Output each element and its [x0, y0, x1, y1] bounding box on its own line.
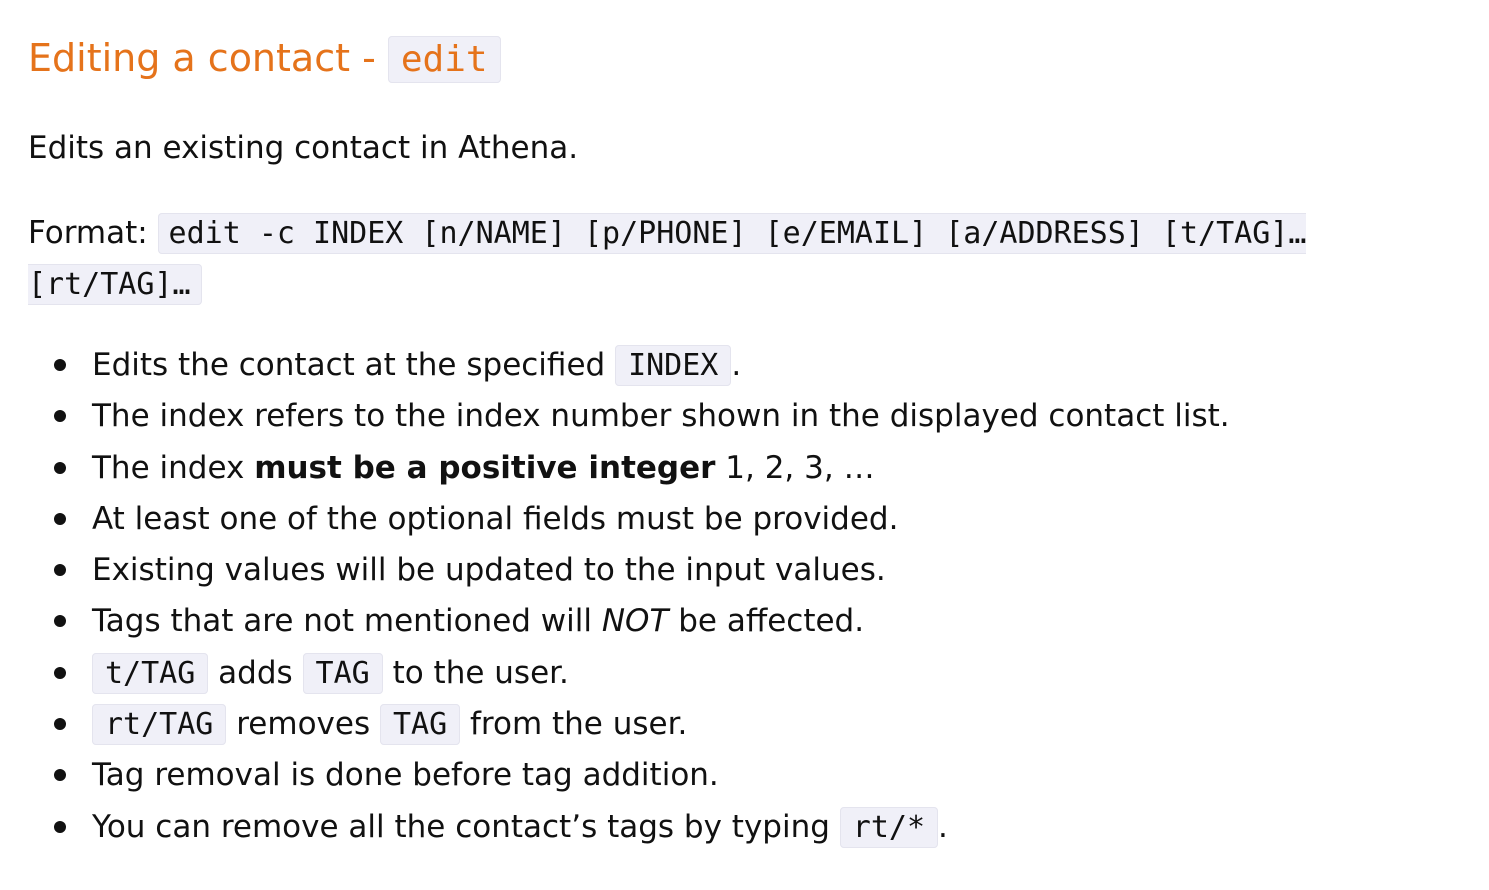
- bullet-text: The index: [92, 449, 255, 486]
- heading-command-code: edit: [387, 36, 501, 83]
- format-code: edit -c INDEX [n/NAME] [p/PHONE] [e/EMAI…: [28, 213, 1307, 305]
- tag-code: TAG: [302, 652, 383, 694]
- list-item: The index refers to the index number sho…: [54, 391, 1230, 442]
- list-item: Edits the contact at the specified INDEX…: [54, 340, 1230, 391]
- list-item: At least one of the optional fields must…: [54, 494, 1230, 545]
- bullet-text: .: [731, 347, 742, 383]
- intro-text: Edits an existing contact in Athena.: [28, 130, 579, 166]
- format-label: Format:: [28, 215, 148, 251]
- bullet-text: You can remove all the contact’s tags by…: [92, 808, 840, 845]
- heading-text: Editing a contact -: [28, 36, 388, 80]
- list-item: t/TAG adds TAG to the user.: [54, 648, 1230, 699]
- remove-tag-prefix-code: rt/TAG: [92, 704, 227, 746]
- bullet-text: Tag removal is done before tag addition.: [92, 757, 719, 794]
- bullet-text: 1, 2, 3, …: [715, 449, 875, 486]
- section-heading: Editing a contact - edit: [28, 30, 501, 88]
- bullet-text: adds: [208, 654, 303, 691]
- bullet-text: to the user.: [382, 654, 569, 691]
- format-line: Format: edit -c INDEX [n/NAME] [p/PHONE]…: [28, 208, 1468, 310]
- bullet-text: At least one of the optional fields must…: [92, 500, 899, 537]
- bullet-text: Existing values will be updated to the i…: [92, 552, 886, 589]
- list-item: Tags that are not mentioned will NOT be …: [54, 596, 1230, 647]
- bullet-text: be affected.: [668, 603, 865, 640]
- tag-code: TAG: [379, 704, 461, 746]
- bullet-text: The index refers to the index number sho…: [92, 398, 1230, 435]
- bullet-text: Edits the contact at the specified: [92, 347, 616, 383]
- index-code: INDEX: [615, 345, 732, 386]
- bullet-text: Tags that are not mentioned will: [92, 603, 602, 640]
- italic-text: NOT: [601, 603, 669, 640]
- bullet-text: from the user.: [460, 706, 688, 743]
- list-item: You can remove all the contact’s tags by…: [54, 802, 1230, 853]
- list-item: Tag removal is done before tag addition.: [54, 750, 1230, 801]
- bullet-text: .: [938, 808, 948, 845]
- list-item: The index must be a positive integer 1, …: [54, 443, 1230, 494]
- remove-all-tags-code: rt/*: [839, 806, 939, 848]
- bullet-text: removes: [226, 706, 380, 743]
- list-item: Existing values will be updated to the i…: [54, 545, 1230, 596]
- bold-text: must be a positive integer: [254, 449, 716, 486]
- notes-list: Edits the contact at the specified INDEX…: [28, 340, 1230, 853]
- tag-prefix-code: t/TAG: [92, 652, 209, 694]
- list-item: rt/TAG removes TAG from the user.: [54, 699, 1230, 750]
